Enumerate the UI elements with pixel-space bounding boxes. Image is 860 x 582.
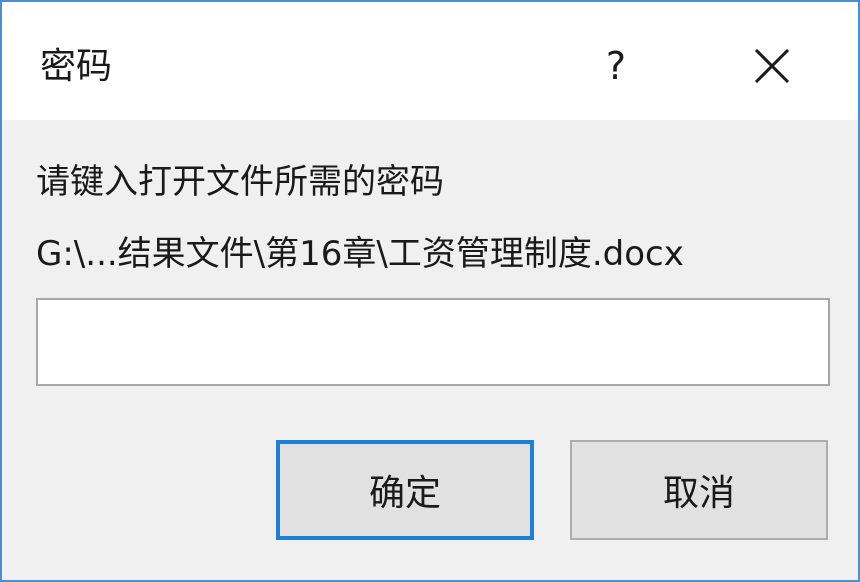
ok-button[interactable]: 确定	[276, 440, 534, 540]
close-button[interactable]	[732, 30, 812, 102]
cancel-button[interactable]: 取消	[570, 440, 828, 540]
file-path-label: G:\...结果文件\第16章\工资管理制度.docx	[36, 234, 684, 274]
password-input[interactable]	[36, 298, 830, 386]
password-prompt-label: 请键入打开文件所需的密码	[36, 162, 444, 202]
dialog-title: 密码	[40, 46, 113, 87]
help-button[interactable]: ?	[580, 30, 652, 102]
password-dialog: 密码 ? 请键入打开文件所需的密码 G:\...结果文件\第16章\工资管理制度…	[0, 0, 860, 582]
title-bar: 密码 ?	[2, 2, 858, 120]
close-icon	[754, 48, 790, 84]
